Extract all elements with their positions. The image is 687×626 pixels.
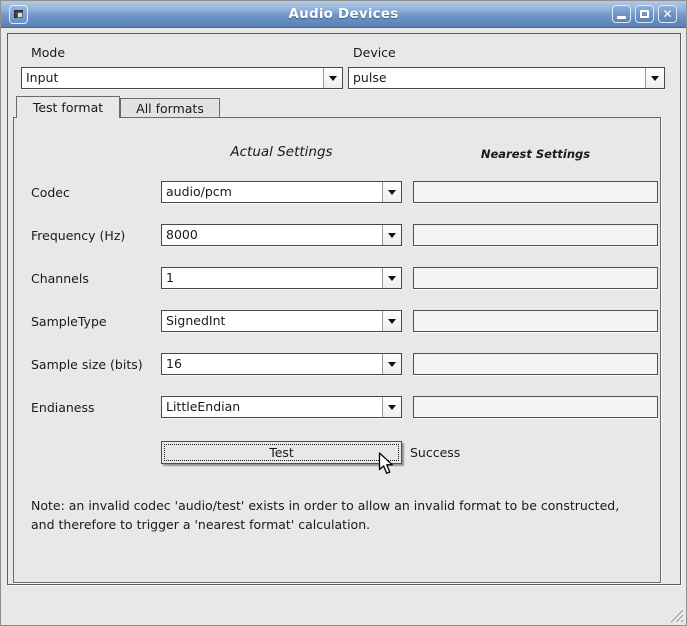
- dropdown-arrow-icon[interactable]: [382, 354, 401, 374]
- device-value: pulse: [353, 68, 642, 88]
- tab-all-formats[interactable]: All formats: [120, 98, 220, 118]
- samplesize-value: 16: [166, 354, 379, 374]
- window-title: Audio Devices: [1, 1, 686, 27]
- dropdown-arrow-icon[interactable]: [382, 225, 401, 245]
- codec-label: Codec: [31, 185, 70, 200]
- endianess-combobox[interactable]: LittleEndian: [161, 396, 402, 418]
- frequency-nearest-field[interactable]: [413, 224, 658, 246]
- endianess-label: Endianess: [31, 400, 95, 415]
- mouse-cursor-icon: [378, 452, 395, 480]
- codec-combobox[interactable]: audio/pcm: [161, 181, 402, 203]
- frequency-combobox[interactable]: 8000: [161, 224, 402, 246]
- note-line-2: and therefore to trigger a 'nearest form…: [31, 516, 656, 535]
- test-status-label: Success: [410, 441, 460, 464]
- mode-value: Input: [26, 68, 320, 88]
- samplesize-nearest-field[interactable]: [413, 353, 658, 375]
- codec-value: audio/pcm: [166, 182, 379, 202]
- device-combobox[interactable]: pulse: [348, 67, 665, 89]
- titlebar[interactable]: Audio Devices ✕: [1, 1, 686, 28]
- samplesize-combobox[interactable]: 16: [161, 353, 402, 375]
- close-button[interactable]: ✕: [658, 5, 677, 23]
- minimize-button[interactable]: [612, 5, 631, 23]
- minimize-icon: [617, 16, 626, 19]
- sampletype-label: SampleType: [31, 314, 107, 329]
- close-icon: ✕: [659, 6, 676, 23]
- test-button[interactable]: Test: [161, 441, 402, 464]
- dropdown-arrow-icon[interactable]: [382, 268, 401, 288]
- tab-test-format[interactable]: Test format: [16, 96, 120, 118]
- codec-nearest-field[interactable]: [413, 181, 658, 203]
- frequency-label: Frequency (Hz): [31, 228, 125, 243]
- channels-label: Channels: [31, 271, 89, 286]
- channels-value: 1: [166, 268, 379, 288]
- endianess-value: LittleEndian: [166, 397, 379, 417]
- resize-grip[interactable]: [667, 606, 684, 626]
- note-text: Note: an invalid codec 'audio/test' exis…: [31, 497, 656, 534]
- actual-settings-header: Actual Settings: [161, 144, 402, 160]
- samplesize-label: Sample size (bits): [31, 357, 143, 372]
- mode-combobox[interactable]: Input: [21, 67, 343, 89]
- channels-nearest-field[interactable]: [413, 267, 658, 289]
- channels-combobox[interactable]: 1: [161, 267, 402, 289]
- note-line-1: Note: an invalid codec 'audio/test' exis…: [31, 497, 656, 516]
- sampletype-nearest-field[interactable]: [413, 310, 658, 332]
- device-label: Device: [353, 45, 396, 60]
- dropdown-arrow-icon[interactable]: [382, 397, 401, 417]
- mode-label: Mode: [31, 45, 65, 60]
- dropdown-arrow-icon[interactable]: [645, 68, 664, 88]
- maximize-button[interactable]: [635, 5, 654, 23]
- nearest-settings-header: Nearest Settings: [413, 147, 658, 161]
- maximize-icon: [640, 10, 649, 18]
- audio-devices-window: Audio Devices ✕ Mode Device Input pulse …: [0, 0, 687, 626]
- dropdown-arrow-icon[interactable]: [382, 311, 401, 331]
- dropdown-arrow-icon[interactable]: [382, 182, 401, 202]
- endianess-nearest-field[interactable]: [413, 396, 658, 418]
- sampletype-combobox[interactable]: SignedInt: [161, 310, 402, 332]
- sampletype-value: SignedInt: [166, 311, 379, 331]
- dropdown-arrow-icon[interactable]: [323, 68, 342, 88]
- frequency-value: 8000: [166, 225, 379, 245]
